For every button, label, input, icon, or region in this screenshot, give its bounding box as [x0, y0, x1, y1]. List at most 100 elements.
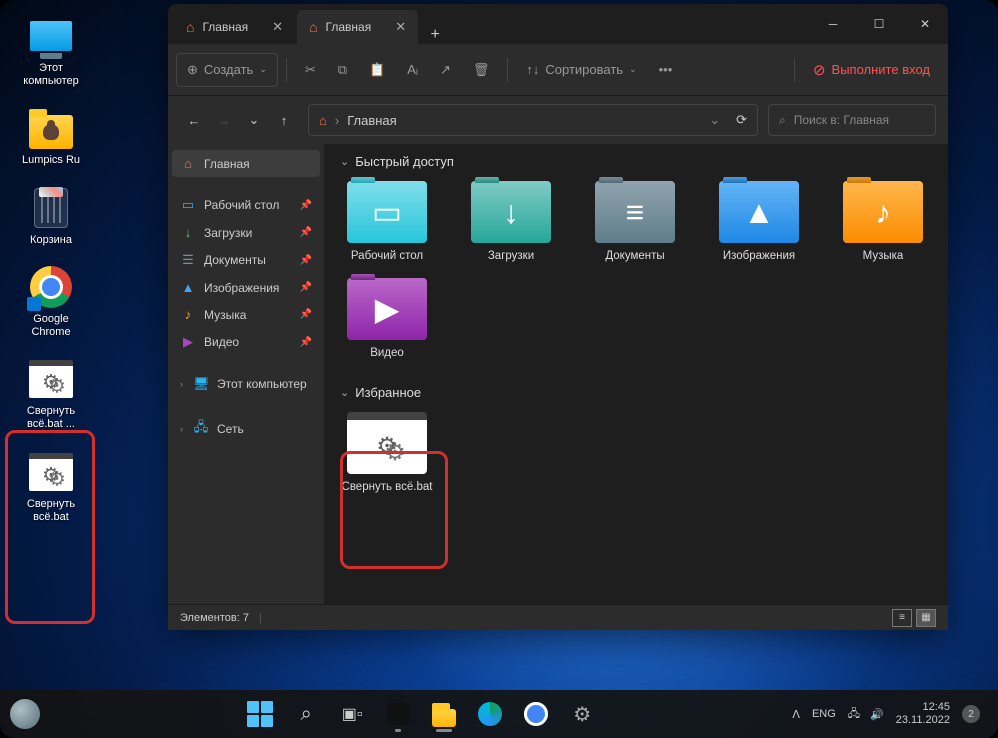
taskbar: ⌕ ▣▫ ⚙ ᐱ ENG 🖧 🔊 12:45 23.11.2022 2: [0, 690, 998, 738]
address-bar[interactable]: ⌂ › Главная ⌄ ⟳: [308, 104, 758, 136]
titlebar[interactable]: ⌂ Главная ✕ ⌂ Главная ✕ + ─ ☐ ✕: [168, 4, 948, 44]
close-button[interactable]: ✕: [902, 4, 948, 44]
section-favorites[interactable]: Избранное: [340, 385, 932, 400]
address-bar-row: ← → ⌄ ↑ ⌂ › Главная ⌄ ⟳ ⌕ Поиск в: Главн…: [168, 96, 948, 144]
taskbar-app-dark[interactable]: [378, 694, 418, 734]
quick-item-documents[interactable]: ≡Документы: [588, 181, 682, 264]
taskbar-edge[interactable]: [470, 694, 510, 734]
view-thumbnails-button[interactable]: ▦: [916, 609, 936, 627]
sidebar-item-network[interactable]: ›🖧Сеть: [172, 412, 320, 446]
bat-file-icon: [347, 412, 427, 474]
cut-icon: ✂: [305, 62, 316, 78]
quick-item-pictures[interactable]: ▲Изображения: [712, 181, 806, 264]
maximize-button[interactable]: ☐: [856, 4, 902, 44]
quick-item-downloads[interactable]: ↓Загрузки: [464, 181, 558, 264]
widgets-icon: [10, 699, 40, 729]
tab-home-2[interactable]: ⌂ Главная ✕: [297, 10, 418, 44]
bat-file-icon: [29, 357, 73, 401]
quick-item-music[interactable]: ♪Музыка: [836, 181, 930, 264]
close-tab-icon[interactable]: ✕: [272, 19, 283, 35]
more-button[interactable]: •••: [649, 53, 683, 87]
quick-item-desktop[interactable]: ▭Рабочий стол: [340, 181, 434, 264]
home-icon: ⌂: [186, 19, 194, 35]
pin-icon[interactable]: 📌: [300, 227, 312, 238]
sidebar-item-desktop[interactable]: ▭Рабочий стол📌: [172, 191, 320, 219]
desktop-icon-lumpics[interactable]: Lumpics Ru: [12, 102, 90, 171]
chevron-down-icon: ⌄: [629, 64, 637, 75]
taskbar-explorer[interactable]: [424, 694, 464, 734]
sort-icon: ↑↓: [526, 62, 539, 77]
item-count: Элементов: 7: [180, 612, 249, 624]
search-icon: ⌕: [301, 703, 312, 726]
new-tab-button[interactable]: +: [420, 26, 450, 44]
up-button[interactable]: ↑: [270, 104, 298, 136]
task-view-button[interactable]: ▣▫: [332, 694, 372, 734]
desktop-icon-chrome[interactable]: Google Chrome: [12, 261, 90, 343]
desktop-icon-bat-shortcut[interactable]: Свернуть всё.bat ...: [12, 353, 90, 435]
sidebar-item-this-pc[interactable]: ›🖥Этот компьютер: [172, 370, 320, 398]
close-tab-icon[interactable]: ✕: [395, 19, 406, 35]
search-button[interactable]: ⌕: [286, 694, 326, 734]
chevron-right-icon[interactable]: ›: [180, 424, 183, 434]
start-button[interactable]: [240, 694, 280, 734]
desktop-icon-bat-file[interactable]: Свернуть всё.bat: [12, 446, 90, 528]
widgets-button[interactable]: [5, 694, 45, 734]
delete-button[interactable]: 🗑: [463, 53, 500, 87]
view-details-button[interactable]: ≡: [892, 609, 912, 627]
chevron-down-icon: ⌄: [259, 64, 267, 75]
edge-icon: [478, 702, 502, 726]
recycle-bin-icon: [29, 186, 73, 230]
app-icon: [387, 703, 409, 725]
clock[interactable]: 12:45 23.11.2022: [896, 701, 950, 727]
create-button[interactable]: ⊕ Создать ⌄: [176, 53, 278, 87]
rename-button[interactable]: Aᵢ: [397, 53, 428, 87]
cut-button[interactable]: ✂: [295, 53, 326, 87]
sort-button[interactable]: ↑↓ Сортировать ⌄: [516, 53, 646, 87]
recent-button[interactable]: ⌄: [240, 104, 268, 136]
pin-icon[interactable]: 📌: [300, 255, 312, 266]
search-icon: ⌕: [779, 113, 786, 128]
tray-chevron[interactable]: ᐱ: [792, 708, 800, 721]
desktop-icon-this-pc[interactable]: Этот компьютер: [12, 10, 90, 92]
chrome-icon: [524, 702, 548, 726]
desktop-icon-recycle-bin[interactable]: Корзина: [12, 182, 90, 251]
section-quick-access[interactable]: Быстрый доступ: [340, 154, 932, 169]
quick-item-videos[interactable]: ▶Видео: [340, 278, 434, 361]
desktop-icon: ▭: [180, 197, 196, 213]
sidebar-item-downloads[interactable]: ↓Загрузки📌: [172, 219, 320, 246]
minimize-button[interactable]: ─: [810, 4, 856, 44]
pin-icon[interactable]: 📌: [300, 282, 312, 293]
system-tray[interactable]: 🖧 🔊: [848, 705, 884, 724]
pin-icon[interactable]: 📌: [300, 309, 312, 320]
status-bar: Элементов: 7 | ≡ ▦: [168, 604, 948, 630]
chevron-right-icon[interactable]: ›: [180, 379, 183, 389]
explorer-icon: [432, 705, 456, 723]
notification-badge[interactable]: 2: [962, 705, 980, 723]
taskbar-settings[interactable]: ⚙: [562, 694, 602, 734]
pin-icon[interactable]: 📌: [300, 200, 312, 211]
pc-icon: 🖥: [193, 376, 209, 392]
taskbar-chrome[interactable]: [516, 694, 556, 734]
sidebar-item-videos[interactable]: ▶Видео📌: [172, 328, 320, 356]
sidebar-item-music[interactable]: ♪Музыка📌: [172, 301, 320, 328]
copy-icon: ⧉: [338, 62, 347, 78]
sidebar-item-pictures[interactable]: ▲Изображения📌: [172, 274, 320, 301]
login-prompt[interactable]: Выполните вход: [803, 61, 940, 79]
toolbar: ⊕ Создать ⌄ ✂ ⧉ 📋 Aᵢ ↗ 🗑 ↑↓ Сортировать …: [168, 44, 948, 96]
home-icon: ⌂: [319, 113, 327, 128]
file-explorer-window: ⌂ Главная ✕ ⌂ Главная ✕ + ─ ☐ ✕ ⊕ Со: [168, 4, 948, 630]
pin-icon[interactable]: 📌: [300, 337, 312, 348]
language-indicator[interactable]: ENG: [812, 708, 836, 720]
copy-button[interactable]: ⧉: [328, 53, 357, 87]
back-button[interactable]: ←: [180, 104, 208, 136]
sidebar-item-documents[interactable]: ☰Документы📌: [172, 246, 320, 274]
tab-home-1[interactable]: ⌂ Главная ✕: [174, 10, 295, 44]
sidebar-item-home[interactable]: ⌂ Главная: [172, 150, 320, 177]
fav-item-bat[interactable]: Свернуть всё.bat: [340, 412, 434, 495]
forward-button[interactable]: →: [210, 104, 238, 136]
refresh-button[interactable]: ⟳: [736, 112, 747, 128]
share-button[interactable]: ↗: [430, 53, 461, 87]
search-input[interactable]: ⌕ Поиск в: Главная: [768, 104, 936, 136]
folder-downloads-icon: ↓: [471, 181, 551, 243]
paste-button[interactable]: 📋: [359, 53, 395, 87]
